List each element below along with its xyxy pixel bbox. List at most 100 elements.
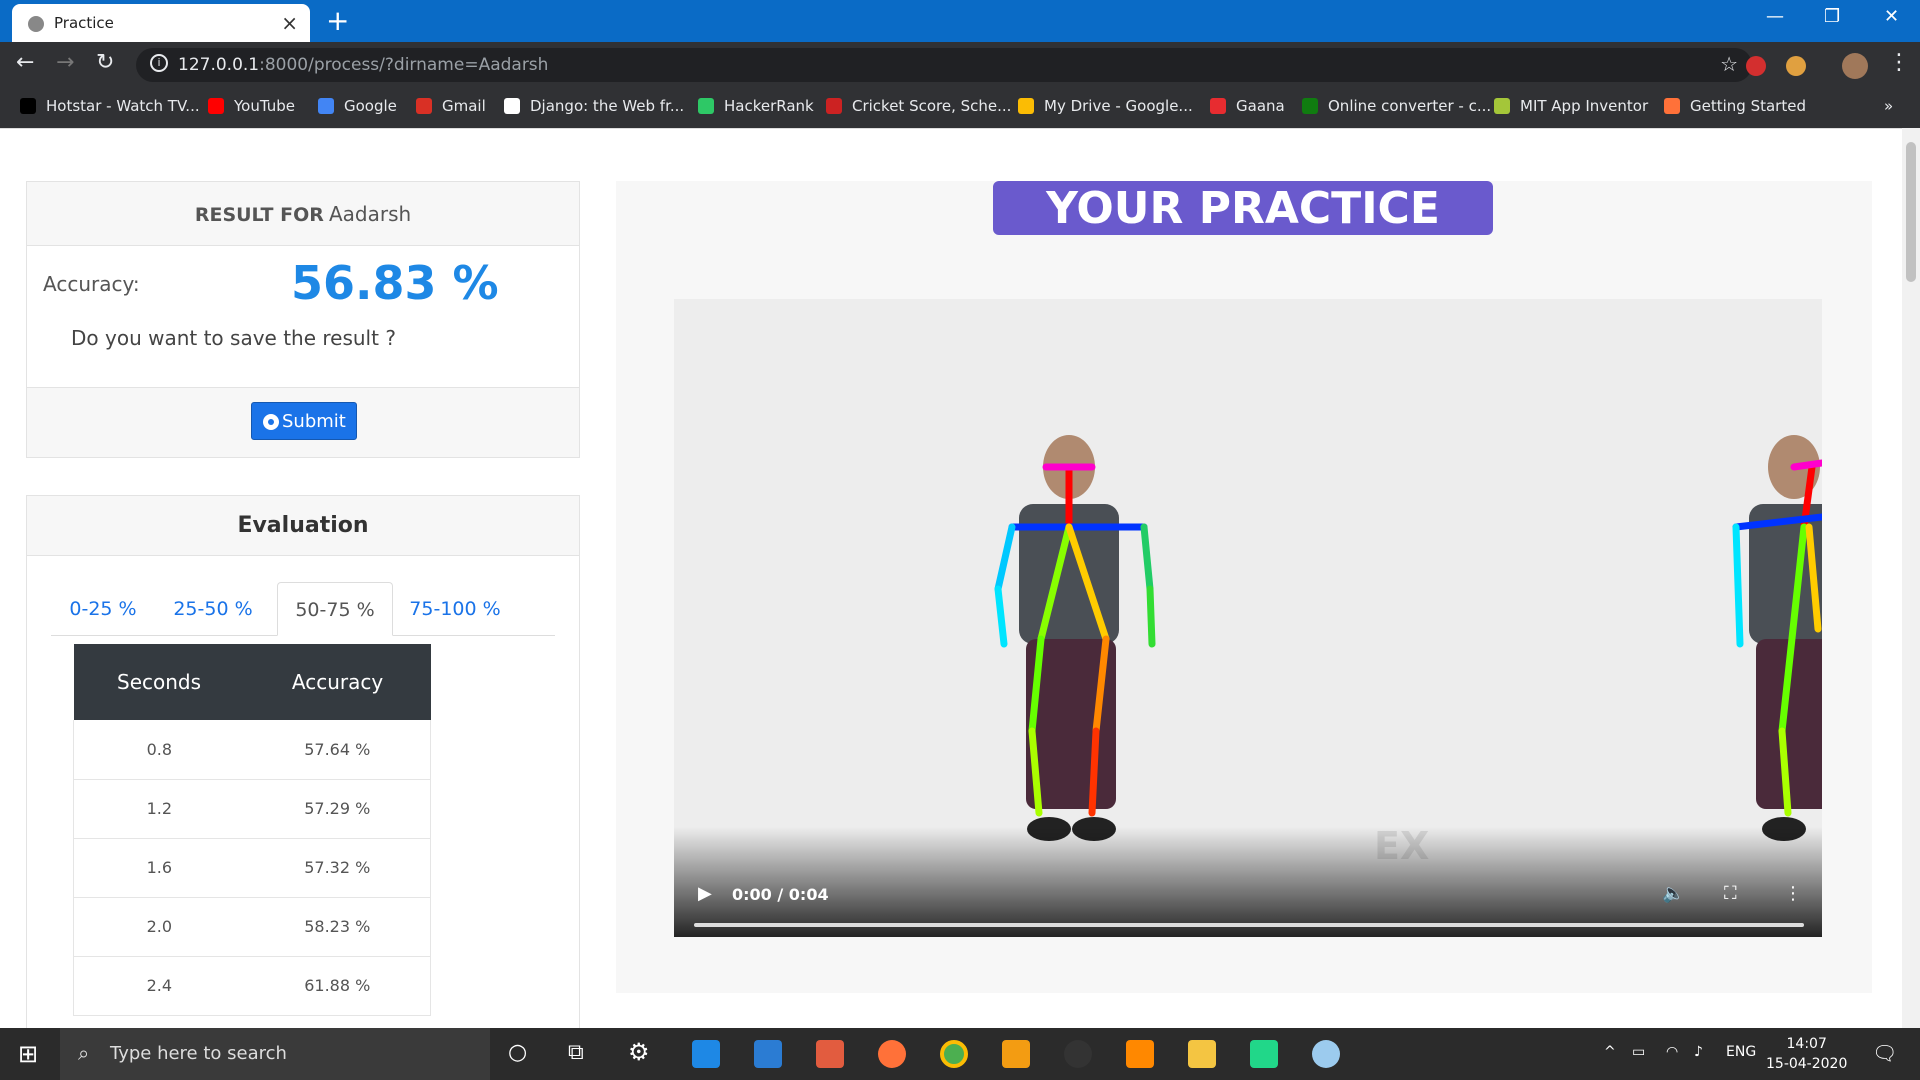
submit-button[interactable]: Submit xyxy=(251,402,357,440)
column-accuracy: Accuracy xyxy=(244,644,431,720)
result-body: Accuracy: 56.83 % Do you want to save th… xyxy=(27,246,579,388)
volume-icon[interactable]: 🔈 xyxy=(1662,883,1684,904)
bookmark-item[interactable]: Gaana xyxy=(1210,97,1285,115)
browser-tab[interactable]: Practice × xyxy=(12,4,310,42)
bookmark-label: Getting Started xyxy=(1690,97,1806,115)
table-row: 1.2 57.29 % xyxy=(72,779,431,839)
close-window-icon[interactable]: ✕ xyxy=(1884,6,1899,27)
back-icon[interactable]: ← xyxy=(16,50,34,75)
tab-0-25[interactable]: 0-25 % xyxy=(51,582,155,636)
accuracy-cell: 61.88 % xyxy=(244,956,431,1016)
cookie-extension-icon[interactable] xyxy=(1786,56,1806,76)
browser-title-bar: Practice × + — ❐ ✕ xyxy=(0,0,1920,42)
info-icon[interactable]: i xyxy=(150,54,168,72)
bookmark-label: Django: the Web fr... xyxy=(530,97,685,115)
language-indicator[interactable]: ENG xyxy=(1726,1044,1756,1060)
reload-icon[interactable]: ↻ xyxy=(96,50,114,75)
url-text: 127.0.0.1:8000/process/?dirname=Aadarsh xyxy=(178,55,549,75)
sublime-icon[interactable] xyxy=(1002,1040,1030,1068)
file-explorer-icon[interactable] xyxy=(1188,1040,1216,1068)
task-view-icon[interactable]: ⧉ xyxy=(568,1040,584,1065)
practice-video[interactable]: EX ▶ 0:00 / 0:04 🔈 ⛶ ⋮ xyxy=(674,299,1822,937)
video-progress-bar[interactable] xyxy=(694,923,1804,927)
seconds-cell: 0.8 xyxy=(72,720,245,780)
search-placeholder: Type here to search xyxy=(110,1043,287,1064)
chrome-icon[interactable] xyxy=(940,1040,968,1068)
bookmark-favicon-icon xyxy=(504,98,520,114)
table-row: 0.8 57.64 % xyxy=(72,720,431,780)
bookmark-item[interactable]: My Drive - Google... xyxy=(1018,97,1193,115)
evaluation-title: Evaluation xyxy=(237,513,369,538)
page-content: RESULT FOR Aadarsh Accuracy: 56.83 % Do … xyxy=(0,128,1902,1028)
practice-title: YOUR PRACTICE xyxy=(993,181,1493,235)
bookmark-item[interactable]: MIT App Inventor xyxy=(1494,97,1648,115)
results-table: Seconds Accuracy 0.8 57.64 % 1.2 57.29 %… xyxy=(72,644,431,1016)
minimize-icon[interactable]: — xyxy=(1766,6,1784,27)
new-tab-icon[interactable]: + xyxy=(326,4,349,37)
bookmark-star-icon[interactable]: ☆ xyxy=(1720,52,1738,76)
profile-avatar[interactable] xyxy=(1842,53,1868,79)
menu-icon[interactable]: ⋮ xyxy=(1888,50,1910,75)
bookmark-item[interactable]: Online converter - c... xyxy=(1302,97,1491,115)
bookmarks-overflow-icon[interactable]: » xyxy=(1884,97,1893,115)
windows-start-icon[interactable]: ⊞ xyxy=(18,1040,38,1068)
bookmark-label: My Drive - Google... xyxy=(1044,97,1193,115)
bookmark-item[interactable]: Cricket Score, Sche... xyxy=(826,97,1011,115)
taskbar-clock[interactable]: 14:07 15-04-2020 xyxy=(1766,1034,1847,1074)
bookmark-item[interactable]: YouTube xyxy=(208,97,295,115)
app-icon[interactable] xyxy=(816,1040,844,1068)
bookmark-favicon-icon xyxy=(1210,98,1226,114)
column-seconds: Seconds xyxy=(73,644,245,720)
app2-icon[interactable] xyxy=(1064,1040,1092,1068)
result-header: RESULT FOR Aadarsh xyxy=(27,182,579,246)
play-icon[interactable]: ▶ xyxy=(698,883,712,904)
seconds-cell: 2.4 xyxy=(72,956,245,1016)
firefox-icon[interactable] xyxy=(878,1040,906,1068)
accuracy-cell: 57.29 % xyxy=(244,779,431,839)
bookmark-favicon-icon xyxy=(1664,98,1680,114)
settings-gear-icon[interactable]: ⚙ xyxy=(628,1038,650,1066)
edge-icon[interactable] xyxy=(692,1040,720,1068)
bookmark-favicon-icon xyxy=(416,98,432,114)
tab-25-50[interactable]: 25-50 % xyxy=(155,582,271,636)
notifications-icon[interactable]: 🗨 xyxy=(1872,1041,1897,1065)
store-icon[interactable] xyxy=(754,1040,782,1068)
bookmark-item[interactable]: Django: the Web fr... xyxy=(504,97,684,115)
bookmark-label: HackerRank xyxy=(724,97,814,115)
pycharm-icon[interactable] xyxy=(1250,1040,1278,1068)
bookmark-item[interactable]: Getting Started xyxy=(1664,97,1806,115)
tray-chevron-icon[interactable]: ^ xyxy=(1604,1044,1616,1060)
bookmark-item[interactable]: HackerRank xyxy=(698,97,814,115)
tab-75-100[interactable]: 75-100 % xyxy=(393,582,517,636)
bookmark-favicon-icon xyxy=(318,98,334,114)
close-tab-icon[interactable]: × xyxy=(281,11,298,35)
address-bar[interactable]: i 127.0.0.1:8000/process/?dirname=Aadars… xyxy=(136,48,1752,82)
tab-50-75[interactable]: 50-75 % xyxy=(277,582,393,636)
bookmarks-bar: Hotstar - Watch TV... YouTube Google Gmail D… xyxy=(0,88,1920,128)
more-options-icon[interactable]: ⋮ xyxy=(1784,883,1802,904)
bookmark-item[interactable]: Hotstar - Watch TV... xyxy=(20,97,200,115)
bookmark-item[interactable]: Google xyxy=(318,97,397,115)
bookmark-label: Cricket Score, Sche... xyxy=(852,97,1012,115)
adblock-icon[interactable] xyxy=(1746,56,1766,76)
page-scrollbar[interactable] xyxy=(1902,128,1920,1028)
restore-icon[interactable]: ❐ xyxy=(1824,6,1840,27)
taskbar-search[interactable]: ⌕ Type here to search xyxy=(60,1028,490,1080)
seconds-cell: 1.6 xyxy=(72,838,245,898)
cortana-icon[interactable]: ○ xyxy=(508,1040,527,1065)
scrollbar-thumb[interactable] xyxy=(1906,142,1916,282)
volume-tray-icon[interactable]: ♪ xyxy=(1694,1044,1703,1060)
tab-title: Practice xyxy=(54,14,114,32)
forward-icon[interactable]: → xyxy=(56,50,74,75)
fullscreen-icon[interactable]: ⛶ xyxy=(1724,883,1737,904)
battery-icon[interactable]: ▭ xyxy=(1632,1044,1645,1060)
accuracy-cell: 57.32 % xyxy=(244,838,431,898)
windows-taskbar: ⊞ ⌕ Type here to search ○ ⧉ ⚙ ^ ▭ ◠ ♪ EN… xyxy=(0,1028,1920,1080)
paint-icon[interactable] xyxy=(1312,1040,1340,1068)
bookmark-favicon-icon xyxy=(1302,98,1318,114)
bookmark-favicon-icon xyxy=(1494,98,1510,114)
wifi-icon[interactable]: ◠ xyxy=(1666,1044,1678,1060)
vlc-icon[interactable] xyxy=(1126,1040,1154,1068)
save-question: Do you want to save the result ? xyxy=(71,326,396,350)
bookmark-item[interactable]: Gmail xyxy=(416,97,486,115)
